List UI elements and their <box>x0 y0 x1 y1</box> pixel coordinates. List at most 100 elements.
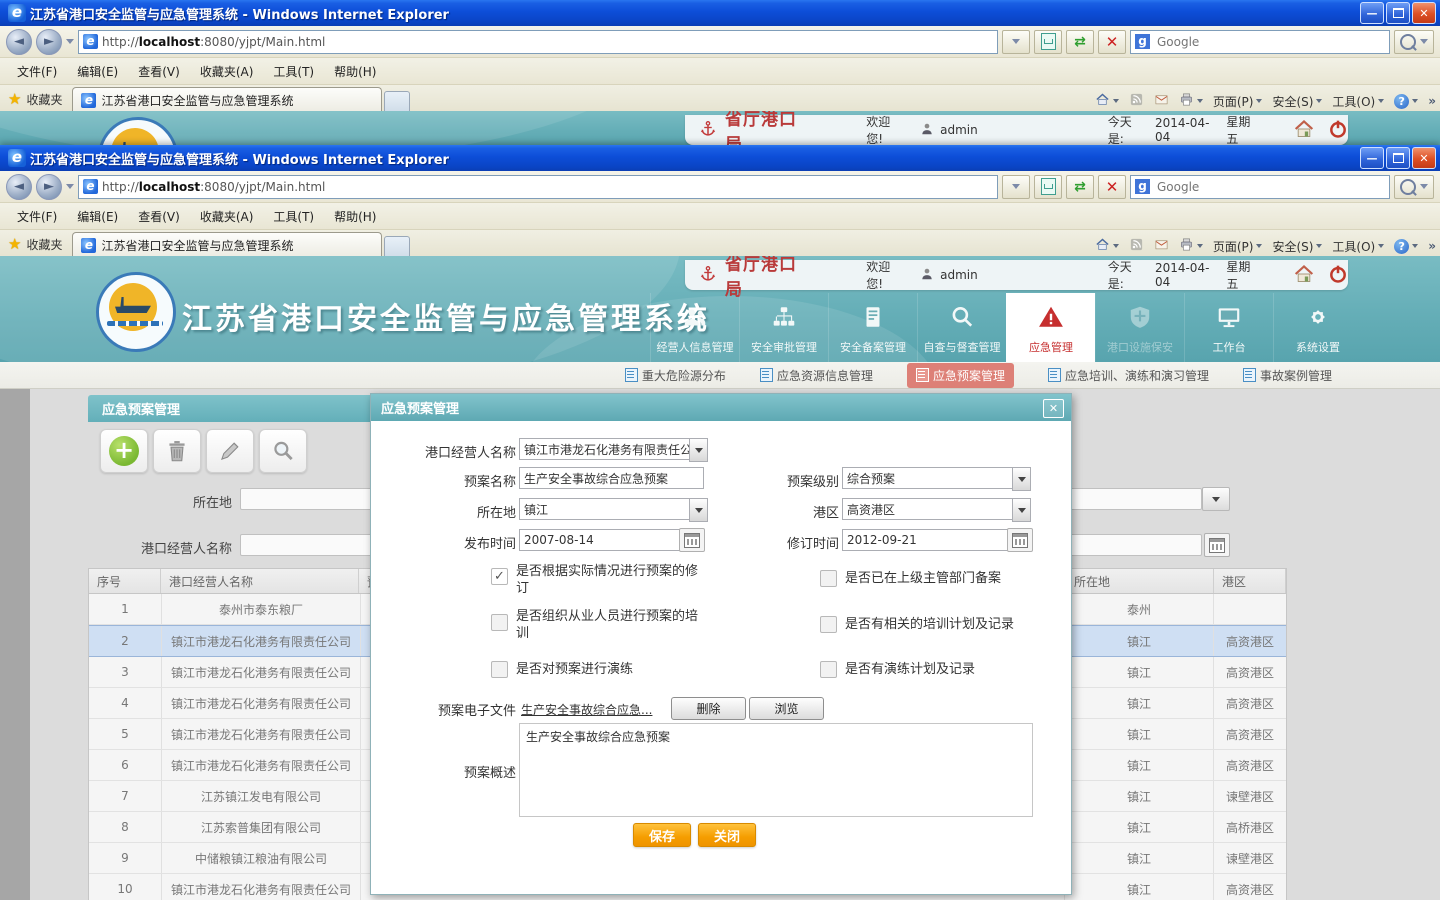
column-header[interactable]: 序号 <box>89 569 161 593</box>
publish-date-calendar-button[interactable] <box>679 528 705 552</box>
menu-edit[interactable]: 编辑(E) <box>68 205 127 228</box>
forward-button[interactable]: ► <box>36 174 62 200</box>
revise-date-input[interactable]: 2012-09-21 <box>842 529 1010 551</box>
minimize-button[interactable]: — <box>1360 147 1384 169</box>
menu-help[interactable]: 帮助(H) <box>325 205 385 228</box>
minimize-button[interactable]: — <box>1360 2 1384 24</box>
nav-item-gear[interactable]: 系统设置 <box>1273 293 1362 362</box>
favorites-button[interactable]: ★收藏夹 <box>0 235 72 258</box>
operator-select[interactable]: 镇江市港龙石化港务有限责任公 <box>519 438 694 460</box>
compatibility-view-button[interactable] <box>1034 175 1062 199</box>
history-dropdown-icon[interactable] <box>66 39 74 44</box>
menu-favorites[interactable]: 收藏夹(A) <box>191 205 263 228</box>
logout-icon[interactable] <box>1328 264 1348 287</box>
sub-nav-item-3[interactable]: 应急培训、演练和演习管理 <box>1048 367 1209 384</box>
column-header[interactable]: 港区 <box>1214 569 1286 593</box>
address-dropdown-button[interactable] <box>1002 175 1030 199</box>
close-button[interactable]: ✕ <box>1412 2 1436 24</box>
nav-item-users[interactable]: 经营人信息管理 <box>650 293 739 362</box>
history-dropdown-icon[interactable] <box>66 184 74 189</box>
new-tab-stub[interactable] <box>384 91 410 113</box>
search-go-button[interactable] <box>1394 175 1434 199</box>
back-button[interactable]: ◄ <box>6 174 32 200</box>
close-modal-button[interactable]: 关闭 <box>698 823 756 847</box>
print-button[interactable] <box>1179 92 1203 110</box>
restore-button[interactable] <box>1386 2 1410 24</box>
menu-file[interactable]: 文件(F) <box>8 60 66 83</box>
mail-button[interactable] <box>1154 237 1169 255</box>
add-button[interactable]: + <box>100 429 148 473</box>
compatibility-view-button[interactable] <box>1034 30 1062 54</box>
title-bar[interactable]: e 江苏省港口安全监管与应急管理系统 - Windows Internet Ex… <box>0 145 1440 171</box>
checkbox-training[interactable] <box>491 614 508 631</box>
port-area-select-arrow[interactable] <box>1012 498 1031 522</box>
save-button[interactable]: 保存 <box>633 823 691 847</box>
refresh-button[interactable]: ⇄ <box>1066 30 1094 54</box>
tools-menu[interactable]: 工具(O) <box>1332 93 1384 110</box>
overflow-chevron[interactable]: » <box>1428 94 1436 108</box>
nav-item-monitor[interactable]: 工作台 <box>1184 293 1273 362</box>
column-header[interactable]: 所在地 <box>1066 569 1214 593</box>
home-button[interactable] <box>1095 92 1119 110</box>
menu-favorites[interactable]: 收藏夹(A) <box>191 60 263 83</box>
home-icon[interactable] <box>1294 264 1314 287</box>
refresh-button[interactable]: ⇄ <box>1066 175 1094 199</box>
tools-menu[interactable]: 工具(O) <box>1332 238 1384 255</box>
plan-level-select-arrow[interactable] <box>1012 467 1031 491</box>
nav-item-document[interactable]: 安全备案管理 <box>828 293 917 362</box>
nav-item-sitemap[interactable]: 安全审批管理 <box>739 293 828 362</box>
page-menu[interactable]: 页面(P) <box>1213 93 1263 110</box>
help-button[interactable]: ? <box>1394 94 1418 109</box>
new-tab-stub[interactable] <box>384 236 410 258</box>
menu-tools[interactable]: 工具(T) <box>264 60 323 83</box>
menu-help[interactable]: 帮助(H) <box>325 60 385 83</box>
revise-date-calendar-button[interactable] <box>1007 528 1033 552</box>
operator-select-arrow[interactable] <box>689 438 708 462</box>
search-go-button[interactable] <box>1394 30 1434 54</box>
search-box[interactable]: g <box>1130 175 1390 199</box>
nav-item-shield[interactable]: 港口设施保安 <box>1095 293 1184 362</box>
browser-tab[interactable]: e 江苏省港口安全监管与应急管理系统 <box>72 87 382 113</box>
forward-button[interactable]: ► <box>36 29 62 55</box>
feeds-button[interactable] <box>1129 237 1144 255</box>
port-area-select[interactable]: 高资港区 <box>842 498 1018 520</box>
browser-tab[interactable]: e 江苏省港口安全监管与应急管理系统 <box>72 232 382 258</box>
checkbox-training-records[interactable] <box>820 616 837 633</box>
sub-nav-item-0[interactable]: 重大危险源分布 <box>625 367 726 384</box>
restore-button[interactable] <box>1386 147 1410 169</box>
favorites-button[interactable]: ★收藏夹 <box>0 90 72 113</box>
sub-nav-item-2[interactable]: 应急预案管理 <box>907 363 1014 388</box>
checkbox-drill[interactable] <box>491 661 508 678</box>
publish-date-input[interactable]: 2007-08-14 <box>519 529 682 551</box>
browse-file-button[interactable]: 浏览 <box>749 697 824 720</box>
location-select-arrow[interactable] <box>689 498 708 522</box>
delete-button[interactable] <box>153 429 201 473</box>
overflow-chevron[interactable]: » <box>1428 239 1436 253</box>
home-icon[interactable] <box>1294 119 1314 142</box>
title-bar[interactable]: e 江苏省港口安全监管与应急管理系统 - Windows Internet Ex… <box>0 0 1440 26</box>
delete-file-button[interactable]: 删除 <box>671 697 746 720</box>
search-portarea-dropdown[interactable] <box>1202 487 1230 511</box>
file-link[interactable]: 生产安全事故综合应急... <box>521 701 652 718</box>
menu-tools[interactable]: 工具(T) <box>264 205 323 228</box>
column-header[interactable]: 港口经营人名称 <box>161 569 359 593</box>
plan-level-select[interactable]: 综合预案 <box>842 467 1018 489</box>
menu-view[interactable]: 查看(V) <box>129 60 189 83</box>
checkbox-drill-records[interactable] <box>820 661 837 678</box>
modal-close-icon[interactable]: ✕ <box>1043 399 1064 418</box>
search-box[interactable]: g <box>1130 30 1390 54</box>
search-button[interactable] <box>259 429 307 473</box>
print-button[interactable] <box>1179 237 1203 255</box>
summary-textarea[interactable] <box>519 723 1033 817</box>
close-button[interactable]: ✕ <box>1412 147 1436 169</box>
back-button[interactable]: ◄ <box>6 29 32 55</box>
logout-icon[interactable] <box>1328 119 1348 142</box>
sub-nav-item-4[interactable]: 事故案例管理 <box>1243 367 1332 384</box>
safety-menu[interactable]: 安全(S) <box>1272 93 1322 110</box>
checkbox-filed[interactable] <box>820 570 837 587</box>
search-input[interactable] <box>1155 179 1385 195</box>
search-date-calendar-button[interactable] <box>1204 533 1230 557</box>
nav-item-search[interactable]: 自查与督查管理 <box>917 293 1006 362</box>
address-input[interactable]: e http://localhost:8080/yjpt/Main.html <box>78 175 998 199</box>
home-button[interactable] <box>1095 237 1119 255</box>
